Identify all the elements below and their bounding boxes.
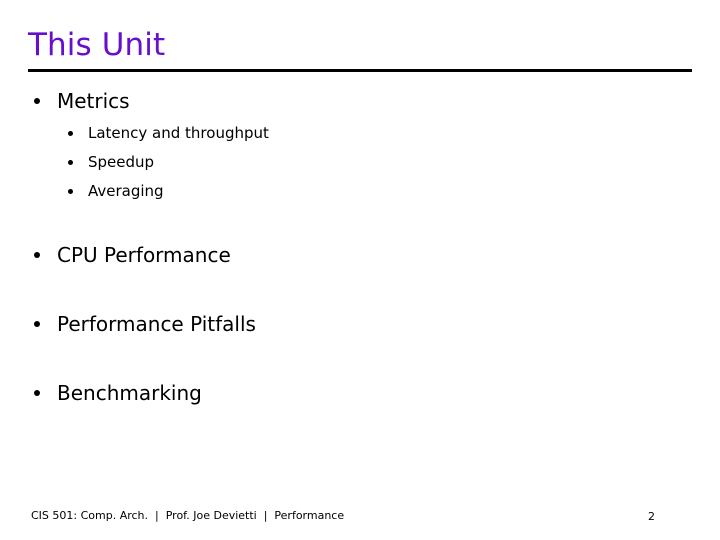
slide: This Unit Metrics Latency and throughput… — [0, 0, 720, 540]
bullet-benchmarking: Benchmarking — [0, 380, 720, 406]
bullet-label: CPU Performance — [57, 243, 231, 267]
sub-bullet-dot-icon — [68, 189, 73, 194]
bullet-dot-icon — [34, 390, 40, 396]
bullet-averaging: Averaging — [0, 177, 720, 206]
title-divider — [28, 69, 692, 72]
bullet-dot-icon — [34, 252, 40, 258]
bullet-label: Performance Pitfalls — [57, 312, 256, 336]
bullet-speedup: Speedup — [0, 148, 720, 177]
sub-bullet-label: Averaging — [88, 182, 164, 200]
outline-group-metrics: Metrics Latency and throughput Speedup A… — [0, 88, 720, 206]
bullet-dot-icon — [34, 321, 40, 327]
sub-bullet-label: Latency and throughput — [88, 124, 269, 142]
bullet-metrics: Metrics — [0, 88, 720, 114]
sub-bullet-dot-icon — [68, 131, 73, 136]
sub-bullet-label: Speedup — [88, 153, 155, 171]
bullet-label: Metrics — [57, 89, 130, 113]
page-title: This Unit — [28, 27, 166, 63]
sub-bullet-dot-icon — [68, 160, 73, 165]
sub-bullet-list-metrics: Latency and throughput Speedup Averaging — [0, 119, 720, 206]
bullet-performance-pitfalls: Performance Pitfalls — [0, 311, 720, 337]
bullet-cpu-performance: CPU Performance — [0, 242, 720, 268]
footer-text: CIS 501: Comp. Arch. | Prof. Joe Deviett… — [31, 509, 345, 522]
slide-body: Metrics Latency and throughput Speedup A… — [0, 88, 720, 406]
bullet-dot-icon — [34, 98, 40, 104]
bullet-label: Benchmarking — [57, 381, 202, 405]
page-number: 2 — [648, 510, 655, 523]
bullet-latency-and-throughput: Latency and throughput — [0, 119, 720, 148]
